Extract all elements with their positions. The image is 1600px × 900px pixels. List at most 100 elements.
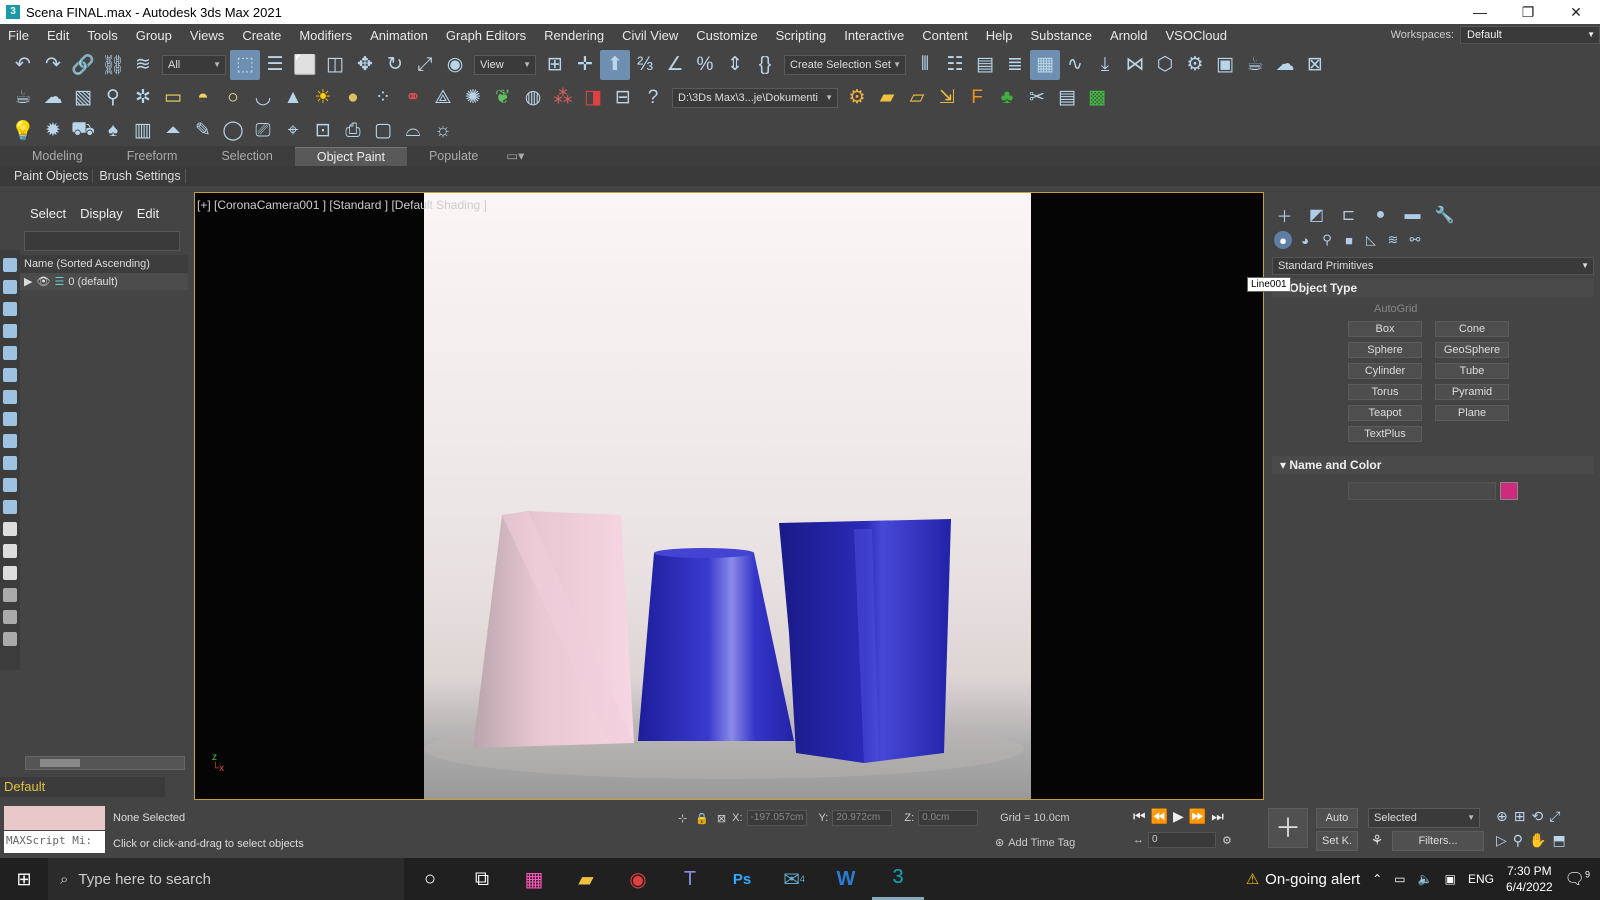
camera-render-area[interactable] (424, 193, 1031, 799)
shapes-category-icon[interactable]: ◕ (1296, 231, 1314, 249)
word-icon[interactable]: W (820, 858, 872, 900)
cloud-icon[interactable]: ☁ (38, 83, 68, 113)
current-frame-field[interactable]: 0 (1148, 832, 1216, 848)
menu-vsocloud[interactable]: VSOCloud (1158, 28, 1237, 43)
layer-explorer-icon[interactable]: ≣ (1000, 50, 1030, 80)
display-all-icon[interactable] (3, 522, 17, 536)
sphere-icon[interactable]: ● (338, 83, 368, 113)
field-of-view-icon[interactable]: ▷ (1496, 832, 1507, 849)
workspaces-dropdown[interactable]: Default (1460, 26, 1600, 44)
save-folder-icon[interactable]: ▱ (902, 83, 932, 113)
select-manipulate-icon[interactable]: ✛ (570, 50, 600, 80)
menu-modifiers[interactable]: Modifiers (291, 28, 362, 43)
tab-modeling[interactable]: Modeling (10, 147, 105, 166)
teapot-button[interactable]: Teapot (1348, 405, 1422, 421)
cameras-category-icon[interactable]: ■ (1340, 231, 1358, 249)
play-icon[interactable]: ▶ (1173, 808, 1184, 825)
rect-selection-region-icon[interactable]: ⬜ (290, 50, 320, 80)
scene-menu-display[interactable]: Display (80, 206, 123, 221)
geosphere-button[interactable]: GeoSphere (1435, 342, 1509, 358)
torus-button[interactable]: Torus (1348, 384, 1422, 400)
render-cloud-icon[interactable]: ⊠ (1300, 50, 1330, 80)
eye-icon[interactable]: 👁 (36, 275, 50, 288)
hierarchy-tab-icon[interactable]: ⊏ (1338, 204, 1359, 225)
set-key-big-icon[interactable]: ＋ (1268, 808, 1308, 848)
display-spacewarps-icon[interactable] (3, 368, 17, 382)
sun-light-icon[interactable]: ✹ (38, 116, 68, 146)
scale-icon[interactable]: ⤢ (410, 50, 440, 80)
redo-icon[interactable]: ↷ (38, 50, 68, 80)
language-indicator[interactable]: ENG (1468, 872, 1494, 886)
teapot-icon[interactable]: ☕ (8, 83, 38, 113)
column-header-name[interactable]: Name (Sorted Ascending) (20, 255, 188, 273)
tray-chevron-icon[interactable]: ⌃ (1372, 872, 1382, 886)
ribbon-options-icon[interactable]: ▭▾ (500, 147, 530, 166)
tools-icon[interactable]: ✂ (1022, 83, 1052, 113)
menu-graph-editors[interactable]: Graph Editors (438, 28, 536, 43)
display-containers-icon[interactable] (3, 456, 17, 470)
folder-arrow-icon[interactable]: ⇲ (932, 83, 962, 113)
layer-row[interactable]: ▶ 👁 ☰ 0 (default) (20, 273, 188, 290)
primitive-category-dropdown[interactable]: Standard Primitives (1272, 257, 1594, 275)
menu-civil-view[interactable]: Civil View (614, 28, 688, 43)
horizontal-scrollbar[interactable] (25, 756, 185, 770)
scene-menu-select[interactable]: Select (30, 206, 66, 221)
spacewarps-category-icon[interactable]: ≋ (1384, 231, 1402, 249)
systems-category-icon[interactable]: ⚯ (1406, 231, 1424, 249)
plane-button[interactable]: Plane (1435, 405, 1509, 421)
close-button[interactable]: ✕ (1552, 0, 1600, 24)
display-invert-icon[interactable] (3, 566, 17, 580)
previous-frame-icon[interactable]: ⏪ (1151, 808, 1168, 825)
photoshop-icon[interactable]: Ps (716, 858, 768, 900)
go-to-start-icon[interactable]: ⏮ (1133, 808, 1146, 825)
dome-icon[interactable]: ◓ (188, 83, 218, 113)
walk-through-icon[interactable]: ⚲ (1513, 832, 1523, 849)
frame-buffer-icon[interactable]: ⊟ (608, 83, 638, 113)
light-bulb-icon[interactable]: 💡 (8, 116, 38, 146)
geometry-category-icon[interactable]: ● (1274, 231, 1292, 249)
tab-selection[interactable]: Selection (199, 147, 294, 166)
menu-create[interactable]: Create (234, 28, 291, 43)
percent-snap-icon[interactable]: % (690, 50, 720, 80)
windows-start-icon[interactable]: ⊞ (0, 858, 48, 900)
fir-icon[interactable]: ⏶ (158, 116, 188, 146)
time-config-icon[interactable]: ⚙ (1222, 834, 1232, 847)
motion-tab-icon[interactable]: ● (1370, 204, 1391, 225)
lights-category-icon[interactable]: ⚲ (1318, 231, 1336, 249)
selection-lock-icon[interactable]: 🔒 (695, 812, 709, 825)
menu-substance[interactable]: Substance (1023, 28, 1102, 43)
pivot-center-icon[interactable]: ⊞ (540, 50, 570, 80)
menu-interactive[interactable]: Interactive (836, 28, 914, 43)
pencil-icon[interactable]: ✎ (188, 116, 218, 146)
absolute-mode-icon[interactable]: ⊠ (717, 812, 726, 825)
task-view-icon[interactable]: ⧉ (456, 858, 508, 900)
display-cameras-icon[interactable] (3, 324, 17, 338)
menu-customize[interactable]: Customize (688, 28, 767, 43)
object-color-swatch[interactable] (1500, 482, 1518, 500)
x-coordinate-field[interactable]: -197.057cm (746, 810, 807, 826)
place-icon[interactable]: ◉ (440, 50, 470, 80)
plant-icon[interactable]: ❦ (488, 83, 518, 113)
ring-icon[interactable]: ◯ (218, 116, 248, 146)
align-icon[interactable]: ☷ (940, 50, 970, 80)
curve-editor-icon[interactable]: ∿ (1060, 50, 1090, 80)
funnel-icon[interactable] (3, 610, 17, 624)
menu-views[interactable]: Views (182, 28, 234, 43)
clock[interactable]: 7:30 PM 6/4/2022 (1506, 863, 1553, 895)
brush-settings-button[interactable]: Brush Settings (95, 169, 186, 183)
zoom-icon[interactable]: ⊕ (1496, 808, 1508, 825)
auto-key-button[interactable]: Auto (1316, 808, 1358, 828)
go-to-end-icon[interactable]: ⏭ (1211, 808, 1224, 825)
ribbon-toggle-icon[interactable]: ▦ (1030, 49, 1060, 80)
square-icon[interactable]: ▢ (368, 116, 398, 146)
green-panel-icon[interactable]: ▩ (1082, 83, 1112, 113)
3dsmax-taskbar-icon[interactable]: 3 (872, 858, 924, 900)
create-tab-icon[interactable]: ＋ (1274, 204, 1295, 226)
crosshair-icon[interactable]: ⌖ (278, 116, 308, 146)
object-type-rollout[interactable]: Object Type (1272, 279, 1594, 297)
snaps-toggle-icon[interactable]: ⅔ (630, 50, 660, 80)
network-icon[interactable]: ▣ (1445, 872, 1456, 886)
render-iterative-icon[interactable]: ☁ (1270, 50, 1300, 80)
bowl2-icon[interactable]: ⌓ (398, 116, 428, 146)
volume-icon[interactable]: 🔈 (1418, 872, 1433, 886)
